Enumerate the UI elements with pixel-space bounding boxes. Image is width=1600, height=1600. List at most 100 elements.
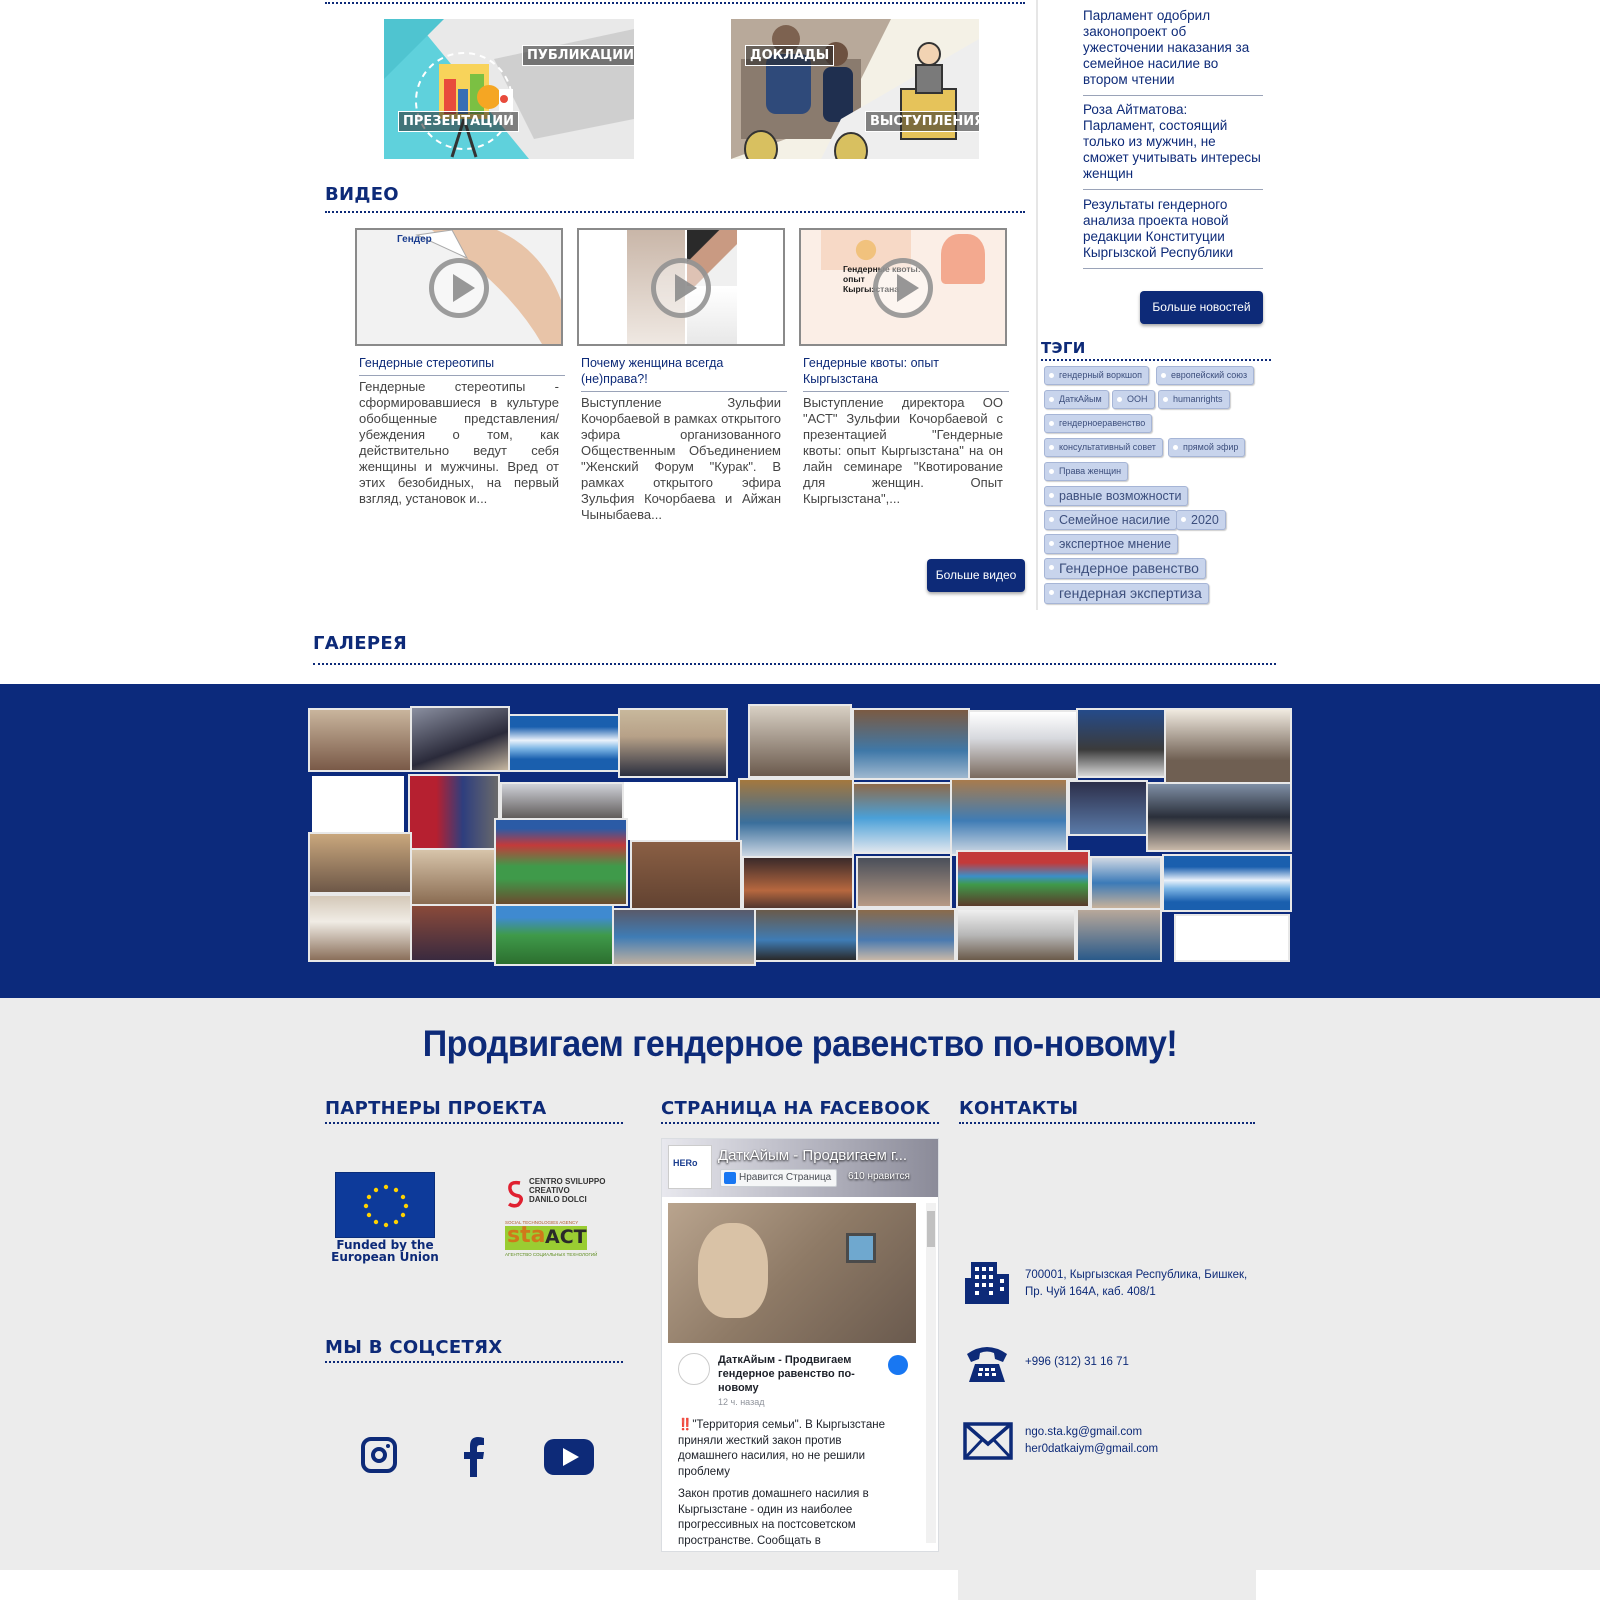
gallery-photo[interactable] (852, 708, 970, 780)
gallery-photo[interactable] (1146, 782, 1292, 852)
gallery-blank (1174, 914, 1290, 962)
tag-item[interactable]: гендерная экспертиза (1044, 583, 1209, 604)
tag-item[interactable]: Гендерное равенство (1044, 558, 1206, 579)
tag-item[interactable]: прямой эфир (1168, 438, 1246, 457)
publications-tile[interactable]: ПУБЛИКАЦИИ ПРЕЗЕНТАЦИИ (384, 19, 634, 159)
contact-address-1: 700001, Кыргызская Республика, Бишкек, (1025, 1269, 1248, 1281)
gallery-photo[interactable] (612, 908, 756, 966)
tag-item[interactable]: гендерноеравенство (1044, 414, 1153, 433)
youtube-icon[interactable] (544, 1439, 594, 1475)
envelope-icon (963, 1422, 1013, 1460)
facebook-post-author[interactable]: ДаткАйым - Продвигаем гендерное равенств… (718, 1353, 888, 1395)
gallery-photo[interactable] (856, 908, 956, 962)
tag-item[interactable]: ДаткАйым (1044, 390, 1109, 409)
gallery-photo[interactable] (856, 856, 952, 908)
facebook-icon[interactable] (462, 1437, 486, 1477)
more-news-button[interactable]: Больше новостей (1140, 291, 1263, 324)
cesd-logo[interactable]: CENTRO SVILUPPO CREATIVO DANILO DOLCI (505, 1177, 605, 1209)
bottom-strip-left (0, 1570, 958, 1600)
gallery-blank (312, 776, 404, 832)
facebook-post-avatar (678, 1353, 710, 1385)
gallery-photo[interactable] (748, 704, 852, 778)
gallery-photo[interactable] (852, 782, 952, 854)
tag-item[interactable]: Права женщин (1044, 462, 1129, 481)
video-2-title[interactable]: Почему женщина всегда (не)права?! (581, 355, 787, 392)
play-icon[interactable] (873, 258, 933, 318)
facebook-widget[interactable]: HERo ДаткАйым - Продвигаем г... Нравится… (661, 1138, 939, 1552)
gallery-photo[interactable] (410, 848, 500, 906)
gallery-photo[interactable] (742, 856, 854, 914)
contact-email-2[interactable]: her0datkaiym@gmail.com (1025, 1441, 1158, 1458)
tag-item[interactable]: humanrights (1158, 390, 1230, 409)
gallery-photo[interactable] (308, 894, 412, 962)
gallery-photo[interactable] (956, 850, 1090, 908)
gallery-photo[interactable] (308, 832, 412, 894)
gallery-photo[interactable] (950, 778, 1068, 856)
gallery-photo[interactable] (1162, 854, 1292, 912)
video-thumbnail-1[interactable]: Гендер (355, 228, 563, 346)
tag-item[interactable]: европейский союз (1156, 366, 1255, 385)
gallery-photo[interactable] (630, 840, 742, 918)
gallery-photo[interactable] (410, 706, 510, 772)
gallery-photo[interactable] (618, 708, 728, 778)
gallery-photo[interactable] (1164, 708, 1292, 784)
contact-email-1[interactable]: ngo.sta.kg@gmail.com (1025, 1424, 1142, 1441)
news-item-3[interactable]: Результаты гендерного анализа проекта но… (1083, 197, 1263, 261)
video-thumbnail-2[interactable] (577, 228, 785, 346)
tag-item[interactable]: экспертное мнение (1044, 534, 1178, 554)
instagram-icon[interactable] (361, 1437, 397, 1473)
cesd-text-2: CREATIVO (529, 1186, 570, 1195)
facebook-page-name[interactable]: ДаткАйым - Продвигаем г... (718, 1147, 907, 1164)
gallery-photo[interactable] (494, 818, 628, 906)
eu-flag (335, 1172, 435, 1238)
video-1-title[interactable]: Гендерные стереотипы (359, 355, 565, 376)
instagram-lens (371, 1447, 387, 1463)
gallery-collage[interactable] (308, 704, 1296, 968)
tag-item[interactable]: Семейное насилие (1044, 510, 1178, 530)
more-video-button[interactable]: Больше видео (927, 559, 1025, 592)
gallery-photo[interactable] (410, 904, 494, 962)
gallery-photo[interactable] (738, 778, 854, 860)
bottom-strip-mid (958, 1570, 1256, 1600)
tag-item[interactable]: ООН (1112, 390, 1155, 409)
contact-phone[interactable]: +996 (312) 31 16 71 (1025, 1354, 1129, 1371)
eu-logo[interactable]: Funded by the European Union (331, 1172, 439, 1263)
gallery-photo[interactable] (308, 708, 412, 772)
contacts-title: КОНТАКТЫ (959, 1098, 1079, 1119)
eu-caption-2: European Union (331, 1250, 439, 1264)
facebook-like-button[interactable]: Нравится Страница (720, 1169, 838, 1187)
facebook-post-window (846, 1233, 876, 1263)
video-thumbnail-3[interactable]: Гендерные квоты: опыт Кыргызстана (799, 228, 1007, 346)
tag-item[interactable]: 2020 (1176, 510, 1226, 530)
sta-logo[interactable]: SOCIAL TECHNOLOGIES AGENCY sta ACT АГЕНТ… (505, 1220, 597, 1262)
gallery-photo[interactable] (408, 774, 500, 850)
gallery-photo[interactable] (508, 714, 620, 772)
gallery-photo[interactable] (494, 904, 614, 966)
facebook-scrollbar[interactable] (926, 1203, 936, 1543)
sta-main-2: ACT (545, 1226, 587, 1248)
reports-tile[interactable]: ДОКЛАДЫ ВЫСТУПЛЕНИЯ (731, 19, 979, 159)
tag-item[interactable]: гендерный воркшоп (1044, 366, 1150, 385)
gallery-photo[interactable] (956, 908, 1076, 962)
gallery-photo[interactable] (1076, 708, 1166, 778)
instagram-dot (386, 1444, 390, 1448)
video-section-title: ВИДЕО (325, 184, 399, 205)
news-item-2[interactable]: Роза Айтматова: Парламент, состоящий тол… (1083, 102, 1263, 182)
facebook-logo-text: HERo (673, 1158, 698, 1168)
gallery-photo[interactable] (1076, 908, 1162, 962)
tag-item[interactable]: равные возможности (1044, 486, 1189, 506)
facebook-scroll-thumb[interactable] (927, 1211, 935, 1247)
play-icon[interactable] (429, 258, 489, 318)
play-icon[interactable] (651, 258, 711, 318)
gallery-photo[interactable] (754, 908, 858, 962)
reports-illustration (731, 19, 979, 159)
facebook-post-logo (888, 1355, 908, 1375)
video-3-title[interactable]: Гендерные квоты: опыт Кыргызстана (803, 355, 1009, 392)
reports-label: ДОКЛАДЫ (745, 45, 835, 66)
sta-bottom-text: АГЕНТСТВО СОЦИАЛЬНЫХ ТЕХНОЛОГИЙ (505, 1252, 598, 1257)
gallery-photo[interactable] (1090, 856, 1162, 910)
news-item-1[interactable]: Парламент одобрил законопроект об ужесто… (1083, 8, 1263, 88)
gallery-photo[interactable] (968, 710, 1078, 780)
tag-item[interactable]: консультативный совет (1044, 438, 1163, 457)
gallery-photo[interactable] (1068, 780, 1148, 836)
